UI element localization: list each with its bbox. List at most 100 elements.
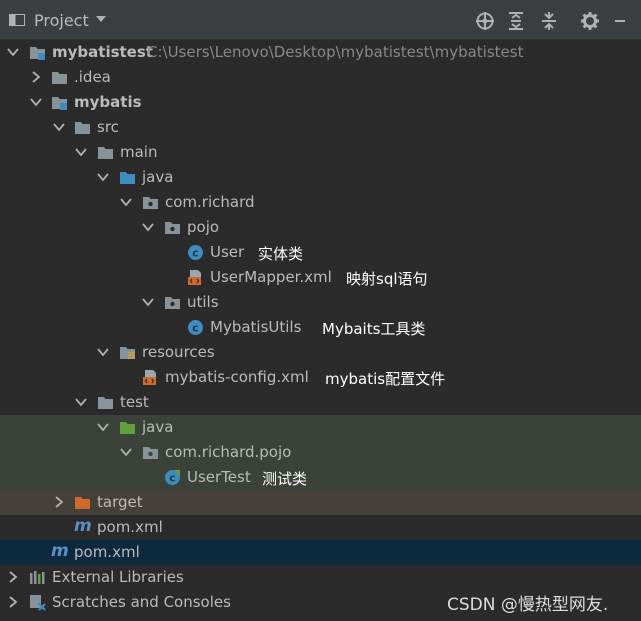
tree-item-mybatis[interactable]: mybatis (0, 90, 641, 115)
source-folder-icon (120, 172, 135, 184)
tree-item-utils[interactable]: utils (0, 290, 641, 315)
tree-item-resources[interactable]: resources (0, 340, 641, 365)
chevron-down-icon[interactable] (30, 96, 42, 108)
scratches-icon (30, 595, 46, 611)
package-icon (143, 447, 158, 459)
hide-panel-icon[interactable] (614, 11, 626, 31)
chevron-down-icon[interactable] (120, 446, 132, 458)
tree-item-label: target (97, 493, 143, 511)
tree-item-label: User (210, 243, 245, 261)
tree-item-label: Scratches and Consoles (52, 593, 231, 611)
chevron-right-icon[interactable] (7, 571, 19, 583)
project-view-title[interactable]: Project (34, 11, 89, 30)
annotation-note: Mybaits工具类 (322, 320, 426, 338)
tree-item-java-test[interactable]: java (0, 415, 641, 440)
xml-file-icon (143, 370, 156, 385)
locate-file-icon[interactable] (475, 11, 495, 31)
tree-item-user[interactable]: c User 实体类 (0, 240, 641, 265)
package-icon (143, 197, 158, 209)
tree-item-label: MybatisUtils (210, 318, 302, 336)
tree-item-usertest[interactable]: c UserTest 测试类 (0, 465, 641, 490)
tree-item-label: utils (187, 293, 219, 311)
tree-item-package-main[interactable]: com.richard (0, 190, 641, 215)
package-icon (165, 222, 180, 234)
tree-item-label: pom.xml (74, 543, 140, 561)
svg-text:c: c (192, 322, 199, 335)
module-folder-icon (52, 97, 67, 110)
folder-icon (98, 147, 113, 159)
tree-item-label: pom.xml (97, 518, 163, 536)
tree-item-external-libraries[interactable]: External Libraries (0, 565, 641, 590)
tree-item-label: mybatis-config.xml (165, 368, 309, 386)
tree-item-label: java (142, 168, 174, 186)
chevron-right-icon[interactable] (7, 596, 19, 608)
tree-item-pojo[interactable]: pojo (0, 215, 641, 240)
test-class-icon: c (165, 470, 180, 485)
resources-folder-icon (120, 347, 135, 359)
gear-icon[interactable] (580, 11, 600, 31)
package-icon (165, 297, 180, 309)
chevron-down-icon[interactable] (75, 396, 87, 408)
tree-item-label: UserTest (187, 468, 251, 486)
tree-item-label: com.richard.pojo (165, 443, 292, 461)
folder-icon (52, 72, 67, 84)
chevron-down-icon[interactable] (75, 146, 87, 158)
tree-item-pom-inner[interactable]: m pom.xml (0, 515, 641, 540)
tree-item-test[interactable]: test (0, 390, 641, 415)
excluded-folder-icon (75, 497, 90, 509)
tree-item-label: mybatis (74, 93, 142, 111)
annotation-note: 实体类 (258, 245, 304, 263)
annotation-note: mybatis配置文件 (325, 370, 446, 388)
tree-item-mybatisutils[interactable]: c MybatisUtils Mybaits工具类 (0, 315, 641, 340)
tree-item-java-main[interactable]: java (0, 165, 641, 190)
tree-item-pom-outer[interactable]: m pom.xml (0, 540, 641, 565)
tree-item-mybatistest[interactable]: mybatistest C:\Users\Lenovo\Desktop\myba… (0, 40, 641, 65)
test-folder-icon (120, 422, 135, 434)
chevron-down-icon[interactable] (120, 196, 132, 208)
folder-icon (98, 397, 113, 409)
tree-item-usermapper[interactable]: UserMapper.xml 映射sql语句 (0, 265, 641, 290)
tree-item-target[interactable]: target (0, 490, 641, 515)
tree-item-src[interactable]: src (0, 115, 641, 140)
chevron-down-icon[interactable] (142, 221, 154, 233)
chevron-right-icon[interactable] (30, 71, 42, 83)
watermark: CSDN @慢热型网友. (447, 595, 609, 615)
svg-text:c: c (169, 472, 176, 485)
chevron-down-icon[interactable] (97, 346, 109, 358)
tree-item-label: .idea (74, 68, 111, 86)
project-path: C:\Users\Lenovo\Desktop\mybatistest\myba… (147, 43, 524, 61)
project-view-icon (9, 14, 25, 26)
project-toolbar: Project (0, 0, 641, 40)
maven-icon: m (51, 541, 69, 561)
svg-text:c: c (192, 247, 199, 260)
maven-icon: m (74, 516, 92, 536)
chevron-down-icon[interactable] (142, 296, 154, 308)
library-icon (30, 571, 45, 584)
tree-item-label: UserMapper.xml (210, 268, 332, 286)
chevron-down-icon[interactable] (7, 46, 19, 58)
chevron-down-icon[interactable] (97, 171, 109, 183)
tree-item-label: src (97, 118, 119, 136)
tree-item-idea[interactable]: .idea (0, 65, 641, 90)
tree-item-label: mybatistest (52, 43, 153, 61)
chevron-right-icon[interactable] (53, 496, 65, 508)
collapse-all-icon[interactable] (539, 11, 559, 31)
folder-icon (75, 122, 90, 134)
chevron-down-icon[interactable] (97, 421, 109, 433)
expand-all-icon[interactable] (506, 11, 526, 31)
tree-item-label: pojo (187, 218, 220, 236)
tree-item-label: main (120, 143, 158, 161)
tree-item-label: test (120, 393, 149, 411)
tree-item-package-test[interactable]: com.richard.pojo (0, 440, 641, 465)
java-class-icon: c (188, 320, 203, 335)
tree-item-mybatis-config[interactable]: mybatis-config.xml mybatis配置文件 (0, 365, 641, 390)
chevron-down-icon[interactable] (53, 121, 65, 133)
xml-file-icon (188, 270, 201, 285)
chevron-down-icon[interactable] (95, 13, 107, 25)
tree-item-label: java (142, 418, 174, 436)
tree-item-label: com.richard (165, 193, 255, 211)
tree-item-main[interactable]: main (0, 140, 641, 165)
tree-item-label: External Libraries (52, 568, 184, 586)
annotation-note: 映射sql语句 (346, 270, 428, 288)
tree-item-label: resources (142, 343, 215, 361)
